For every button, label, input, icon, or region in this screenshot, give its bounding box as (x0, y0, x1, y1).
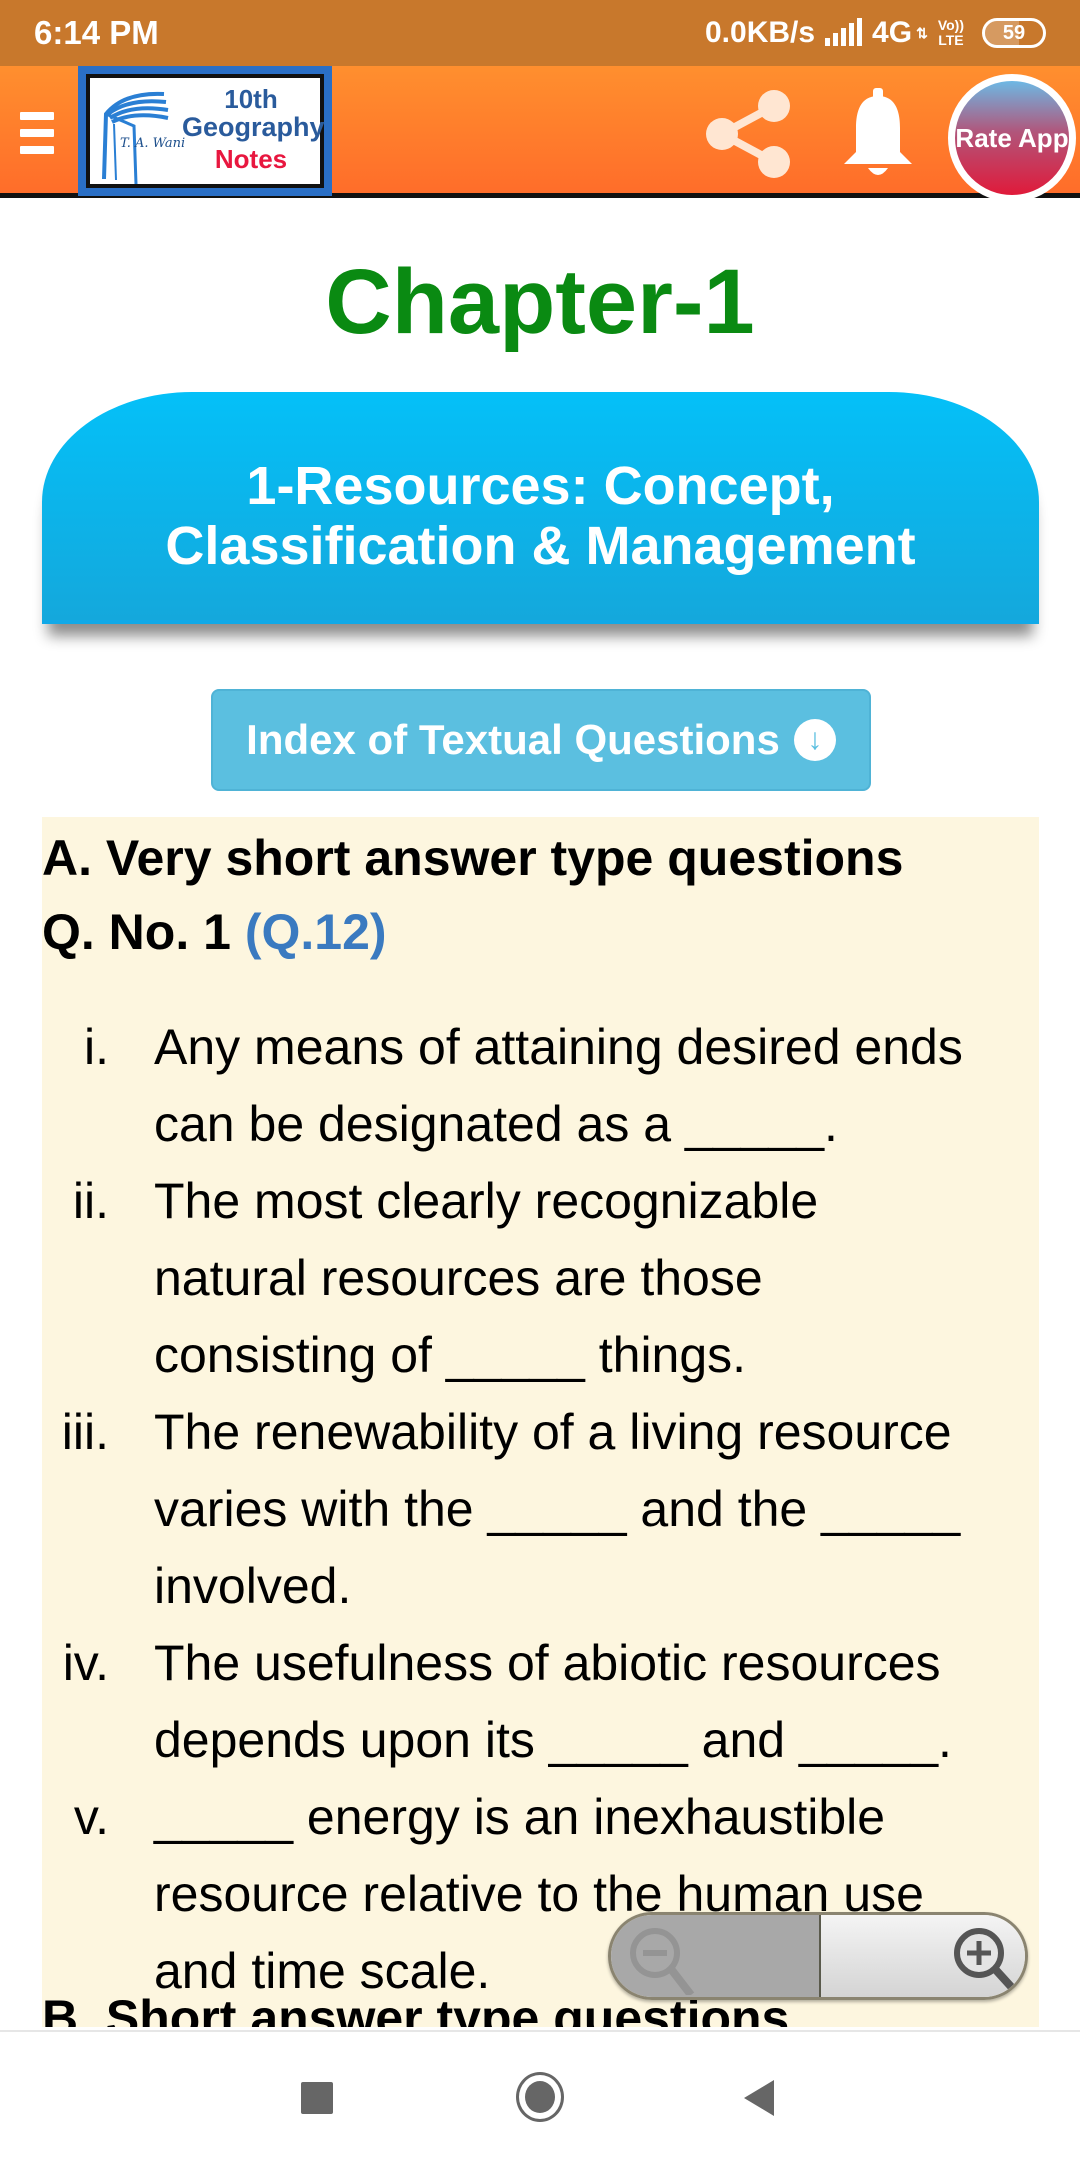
logo-line-grade: 10th (224, 84, 278, 114)
rate-app-button[interactable]: Rate App (948, 74, 1076, 202)
battery-icon: 59 (982, 18, 1046, 48)
question-numeral: i. (84, 1019, 109, 1075)
volte-icon: Vo)) LTE (938, 18, 964, 48)
question-list: i. Any means of attaining desired ends c… (42, 1009, 1039, 2010)
book-icon (102, 91, 169, 184)
status-indicators: 0.0KB/s 4G ⇅ Vo)) LTE 59 (705, 16, 1046, 50)
back-icon[interactable] (744, 2080, 774, 2116)
signal-strength-icon (825, 18, 863, 46)
zoom-out-icon (630, 1928, 695, 1995)
section-heading: A. Very short answer type questions (42, 830, 904, 886)
logo-line-subject: Geography (182, 112, 325, 142)
volte-bottom: LTE (938, 32, 964, 48)
question-text: Any means of attaining desired ends can … (154, 1019, 963, 1152)
network-speed: 0.0KB/s (704, 16, 816, 49)
system-nav-bar (0, 2030, 1080, 2160)
zoom-in-icon (954, 1928, 1018, 1994)
bell-icon[interactable] (838, 88, 918, 180)
zoom-in-button[interactable] (821, 1915, 1025, 1997)
question-text: The usefulness of abiotic resources depe… (154, 1635, 952, 1768)
question-text: The most clearly recognizable natural re… (154, 1173, 819, 1383)
zoom-out-button[interactable] (611, 1915, 821, 1997)
data-activity-icon: ⇅ (916, 24, 928, 41)
question-text: The renewability of a living resource va… (154, 1404, 961, 1614)
share-icon[interactable] (700, 86, 796, 182)
app-logo[interactable]: T. A. Wani 10th Geography Notes (78, 66, 332, 196)
status-time: 6:14 PM (34, 14, 159, 51)
question-number: Q. No. 1 (Q.12) (42, 903, 387, 961)
logo-line-notes: Notes (214, 144, 288, 174)
index-of-textual-questions-button[interactable]: Index of Textual Questions ↓ (211, 689, 871, 791)
battery-level: 59 (1002, 21, 1026, 44)
chapter-title: Chapter-1 (325, 251, 755, 353)
question-item: iv. The usefulness of abiotic resources … (42, 1625, 1039, 1779)
question-item: ii. The most clearly recognizable natura… (42, 1163, 1039, 1394)
volte-top: Vo)) (937, 17, 964, 33)
chapter-banner: 1-Resources: Concept, Classification & M… (42, 392, 1039, 624)
zoom-control (608, 1912, 1028, 2000)
logo-card: T. A. Wani 10th Geography Notes (86, 74, 325, 188)
questions-panel: A. Very short answer type questions Q. N… (42, 817, 1039, 2027)
question-ref-link[interactable]: (Q.12) (245, 904, 387, 960)
arrow-down-circle-icon: ↓ (793, 719, 836, 761)
question-number-label: Q. No. 1 (42, 904, 231, 960)
home-icon[interactable] (516, 2072, 564, 2122)
question-numeral: iv. (62, 1635, 109, 1691)
app-bar: T. A. Wani 10th Geography Notes Rate App (0, 66, 1080, 202)
question-numeral: v. (73, 1789, 109, 1845)
question-numeral: ii. (72, 1173, 109, 1229)
network-type: 4G (872, 16, 913, 49)
banner-title: 1-Resources: Concept, Classification & M… (165, 456, 916, 576)
status-bar: 6:14 PM 0.0KB/s 4G ⇅ Vo)) LTE 59 (0, 0, 1080, 66)
index-button-label: Index of Textual Questions (246, 716, 780, 763)
question-item: i. Any means of attaining desired ends c… (42, 1009, 1039, 1163)
question-item: iii. The renewability of a living resour… (42, 1394, 1039, 1625)
question-numeral: iii. (61, 1404, 109, 1460)
hamburger-menu-icon[interactable] (20, 112, 54, 163)
recent-apps-icon[interactable] (301, 2082, 333, 2114)
